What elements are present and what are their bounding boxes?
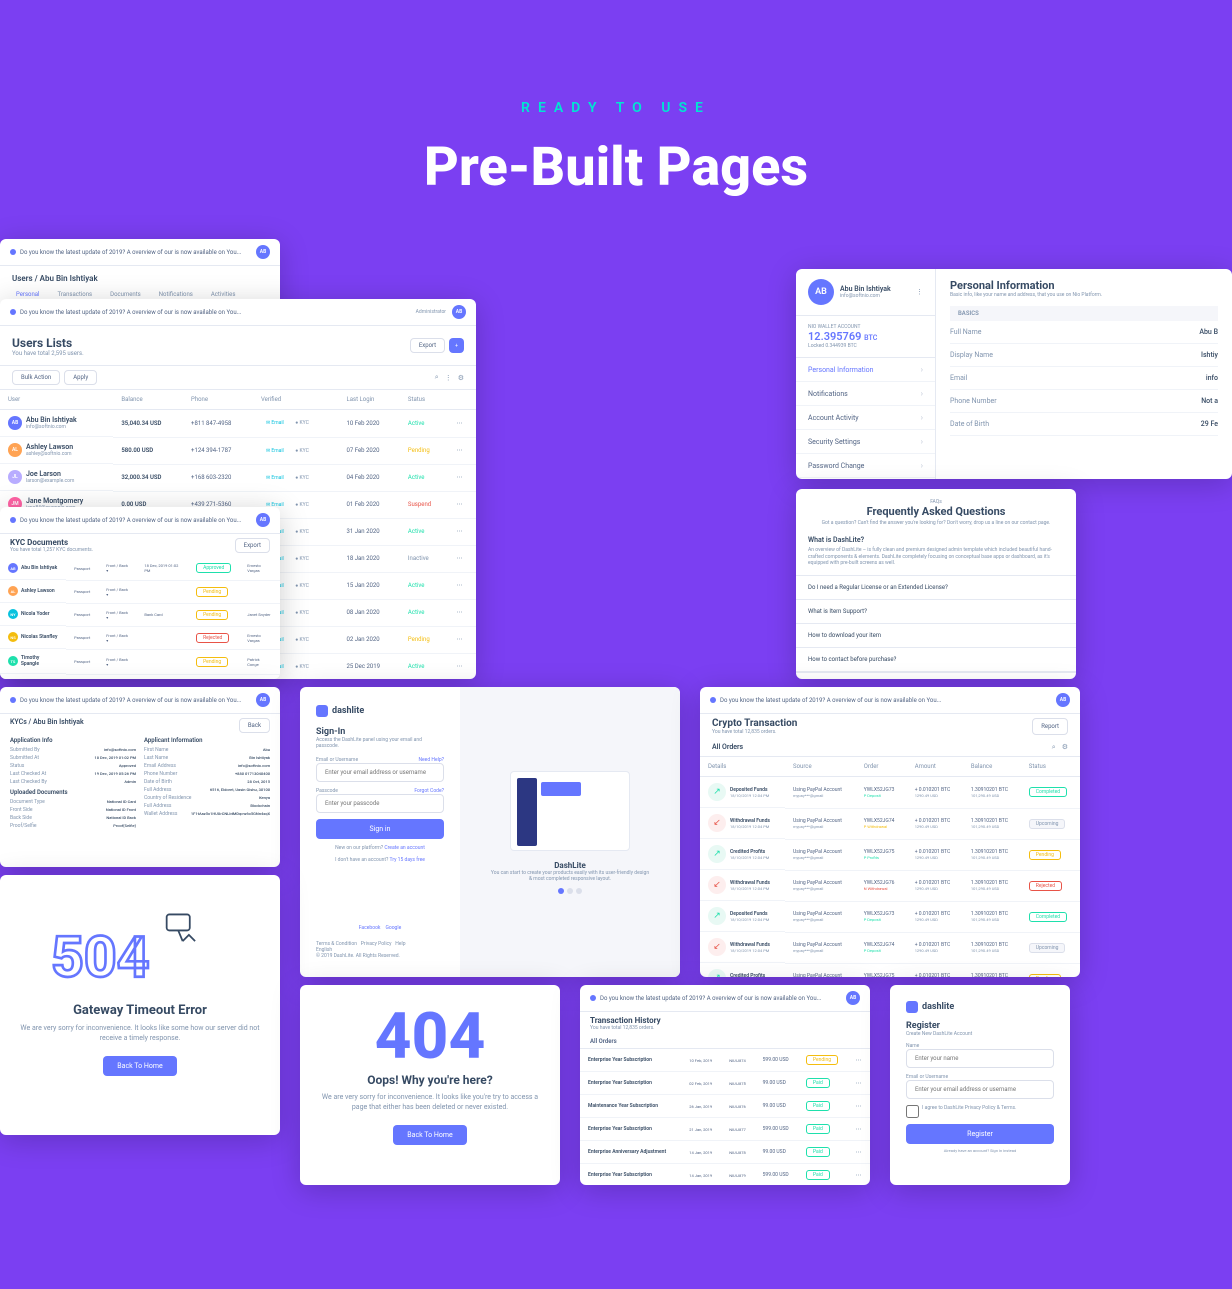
breadcrumb: Users / Abu Bin Ishtiyak [12, 274, 268, 283]
apply-button[interactable]: Apply [64, 370, 97, 385]
more-icon[interactable]: ⋮ [916, 288, 923, 296]
table-row[interactable]: Enterprise Anniversary Adjustment14 Jan,… [580, 1141, 870, 1164]
table-row[interactable]: TSTimothy SpanglePassportFront / Back ▾P… [0, 649, 280, 674]
faq-card: FAQs Frequently Asked Questions Got a qu… [796, 489, 1076, 679]
hero-title: Pre-Built Pages [0, 136, 1232, 199]
account-settings-card: AB Abu Bin Ishtiyakinfo@softnio.com ⋮ NI… [796, 269, 1232, 479]
crypto-card: Do you know the latest update of 2019? A… [700, 687, 1080, 977]
crypto-table: DetailsSourceOrderAmountBalanceStatus↗De… [700, 757, 1080, 977]
register-button[interactable]: Register [906, 1124, 1054, 1144]
sidebar-item[interactable]: Personal Information› [796, 358, 935, 382]
register-card: dashlite Register Create New DashLite Ac… [890, 985, 1070, 1185]
add-button[interactable]: + [449, 338, 464, 353]
table-row[interactable]: JLJoe Larsonlarson@example.com32,000.34 … [0, 464, 476, 491]
table-row[interactable]: ↗Deposited Funds18/10/2019 12:04 PMUsing… [700, 777, 1080, 809]
table-row[interactable]: Enterprise Year Subscription14 Jan, 2019… [580, 1164, 870, 1186]
table-row[interactable]: ↗Deposited Funds18/10/2019 12:04 PMUsing… [700, 901, 1080, 932]
kyc-list-card: Do you know the latest update of 2019? A… [0, 507, 280, 679]
info-icon [10, 249, 16, 255]
signin-button[interactable]: Sign in [316, 819, 444, 839]
table-row[interactable]: ABAbu Bin IshtiyakPassportFront / Back ▾… [0, 557, 280, 580]
error-404-card: 404 Oops! Why you're here? We are very s… [300, 985, 560, 1185]
kyc-table: ABAbu Bin IshtiyakPassportFront / Back ▾… [0, 557, 280, 679]
sidebar-item[interactable]: Account Activity› [796, 406, 935, 430]
bulk-action[interactable]: Bulk Action [12, 370, 60, 385]
table-row[interactable]: ABAbu Bin Ishtiyakinfo@softnio.com35,040… [0, 410, 476, 438]
table-row[interactable]: NYNicola YoderPassportFront / Back ▾Bank… [0, 603, 280, 626]
logo-icon [316, 705, 328, 717]
sidebar-item[interactable]: Connected with Social› [796, 478, 935, 479]
table-row[interactable]: ↙Withdrawal Funds18/10/2019 12:04 PMUsin… [700, 808, 1080, 839]
table-row[interactable]: ALAshley LawsonPassportFront / Back ▾Pen… [0, 580, 280, 603]
svg-text:504: 504 [51, 924, 149, 990]
table-row[interactable]: RAReginaldo AguirrePassportFront / Back … [0, 674, 280, 679]
error-illustration: 504 [50, 910, 230, 990]
password-input[interactable] [316, 794, 444, 813]
name-input[interactable] [906, 1049, 1054, 1068]
table-row[interactable]: ↙Withdrawal Funds18/10/2019 12:04 PMUsin… [700, 932, 1080, 963]
settings-icon[interactable]: ⚙ [458, 374, 464, 382]
signin-card: dashlite Sign-In Access the DashLite pan… [300, 687, 680, 977]
table-row[interactable]: Enterprise Year Subscription21 Jan, 2019… [580, 1118, 870, 1141]
export-button[interactable]: Export [235, 538, 270, 553]
search-icon[interactable]: ⌕ [435, 373, 439, 382]
sidebar-item[interactable]: Security Settings› [796, 430, 935, 454]
create-account-link[interactable]: Create an account [384, 845, 424, 851]
table-row[interactable]: Enterprise Year Subscription02 Feb, 2019… [580, 1072, 870, 1095]
header: Do you know the latest update of 2019? A… [0, 239, 280, 266]
agree-checkbox[interactable] [906, 1105, 919, 1118]
faq-question[interactable]: Do I need a Regular License or an Extend… [796, 576, 1076, 600]
sidebar-item[interactable]: Notifications› [796, 382, 935, 406]
table-row[interactable]: ↙Withdrawal Funds18/10/2019 12:04 PMUsin… [700, 870, 1080, 901]
error-504-card: 504 Gateway Timeout Error We are very so… [0, 875, 280, 1135]
table-row[interactable]: ↗Credited Profits18/10/2019 12:04 PMUsin… [700, 839, 1080, 870]
faq-question[interactable]: How to download your item [796, 624, 1076, 648]
table-row[interactable]: ALAshley Lawsonashley@softnio.com580.00 … [0, 437, 476, 464]
back-home-button[interactable]: Back To Home [103, 1056, 176, 1076]
search-icon[interactable]: ⌕ [1052, 743, 1056, 752]
back-button[interactable]: Back [239, 718, 270, 733]
tranx-table: Enterprise Year Subscription10 Feb, 2019… [580, 1049, 870, 1185]
avatar[interactable]: AB [452, 305, 466, 319]
table-row[interactable]: Maintenance Year Subscription26 Jan, 201… [580, 1095, 870, 1118]
email-input[interactable] [316, 763, 444, 782]
faq-question[interactable]: What is Item Support? [796, 600, 1076, 624]
export-button[interactable]: Export [410, 338, 445, 353]
settings-icon[interactable]: ⚙ [1062, 743, 1068, 752]
avatar[interactable]: AB [256, 245, 270, 259]
hero-subtitle: READY TO USE [0, 100, 1232, 116]
back-home-button[interactable]: Back To Home [393, 1125, 466, 1145]
info-icon [10, 517, 16, 523]
kyc-detail-card: Do you know the latest update of 2019? A… [0, 687, 280, 867]
hero: READY TO USE Pre-Built Pages [0, 0, 1232, 239]
info-icon [10, 309, 16, 315]
table-row[interactable]: Enterprise Year Subscription10 Feb, 2019… [580, 1049, 870, 1072]
user-avatar: AB [808, 279, 834, 305]
email-input[interactable] [906, 1080, 1054, 1099]
table-row[interactable]: ↗Credited Profits18/10/2019 12:04 PMUsin… [700, 963, 1080, 977]
promo-image [510, 771, 630, 851]
transaction-history-card: Do you know the latest update of 2019? A… [580, 985, 870, 1185]
report-button[interactable]: Report [1032, 718, 1068, 735]
faq-question[interactable]: How to contact before purchase? [796, 648, 1076, 672]
table-row[interactable]: NSNicolas StanfleyPassportFront / Back ▾… [0, 626, 280, 649]
logo-icon [906, 1001, 918, 1013]
filter-icon[interactable]: ⋮ [445, 374, 452, 382]
sidebar-item[interactable]: Password Change› [796, 454, 935, 478]
